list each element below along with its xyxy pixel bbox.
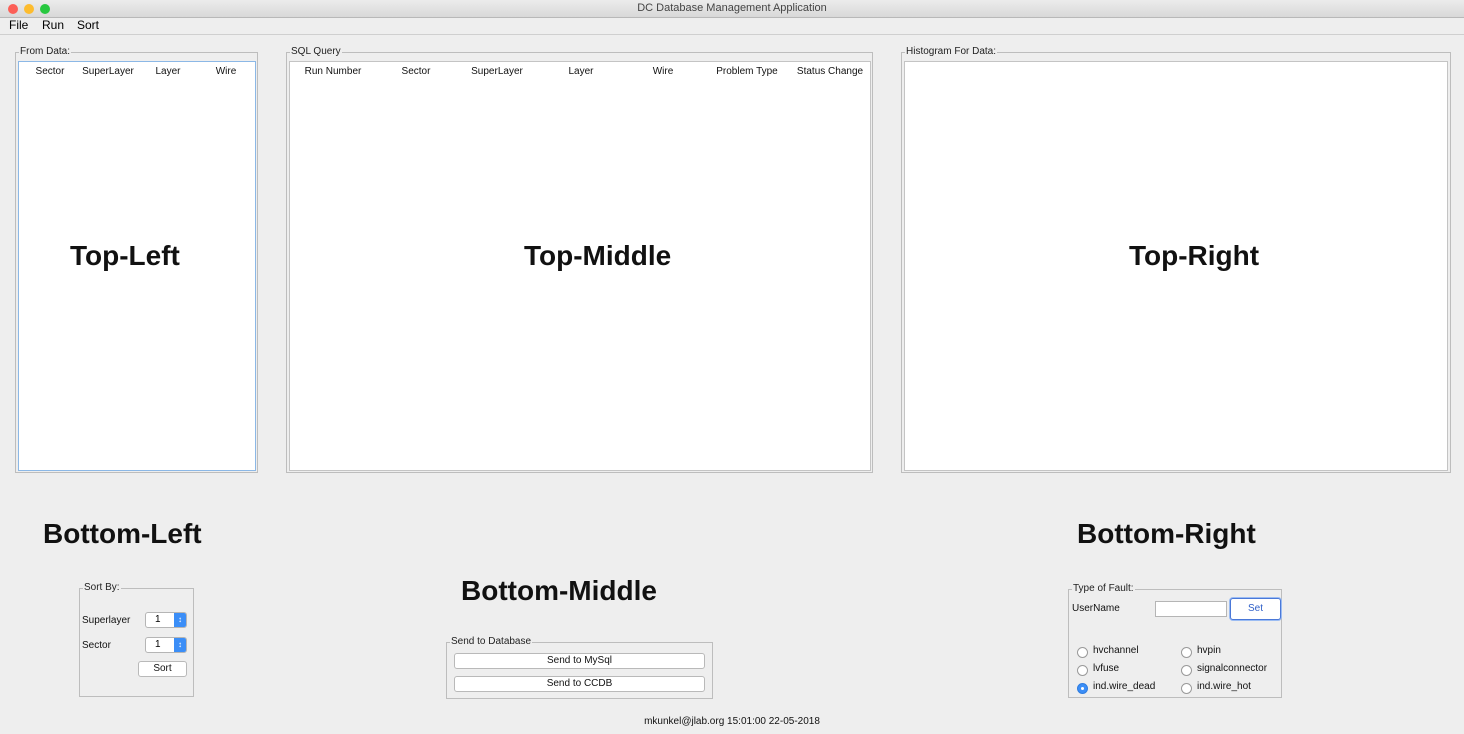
column-header-wire[interactable]: Wire [642, 66, 684, 77]
radio-signalconnector[interactable] [1181, 665, 1192, 676]
sector-spinner[interactable]: 1 ↕ [145, 637, 187, 653]
column-header-wire[interactable]: Wire [207, 66, 245, 77]
superlayer-spinner[interactable]: 1 ↕ [145, 612, 187, 628]
radio-ind-wire-dead-label: ind.wire_dead [1093, 681, 1156, 692]
overlay-top-middle: Top-Middle [524, 240, 672, 271]
column-header-superlayer[interactable]: SuperLayer [81, 66, 135, 77]
username-input[interactable] [1155, 601, 1227, 617]
send-to-mysql-button[interactable]: Send to MySql [454, 653, 705, 669]
sector-value: 1 [155, 639, 161, 650]
radio-ind-wire-hot[interactable] [1181, 683, 1192, 694]
column-header-status-change[interactable]: Status Change [794, 66, 866, 77]
spinner-arrows-icon[interactable]: ↕ [174, 638, 186, 652]
send-to-database-legend: Send to Database [451, 636, 532, 647]
radio-ind-wire-hot-label: ind.wire_hot [1197, 681, 1251, 692]
column-header-problem-type[interactable]: Problem Type [710, 66, 784, 77]
sector-label: Sector [82, 640, 111, 651]
radio-lvfuse-label: lvfuse [1093, 663, 1120, 674]
column-header-sector[interactable]: Sector [31, 66, 69, 77]
status-text: mkunkel@jlab.org 15:01:00 22-05-2018 [644, 716, 820, 727]
superlayer-value: 1 [155, 614, 161, 625]
overlay-top-left: Top-Left [70, 240, 180, 271]
radio-lvfuse[interactable] [1077, 665, 1088, 676]
menu-bar: File Run Sort [0, 18, 1464, 35]
type-of-fault-legend: Type of Fault: [1073, 583, 1134, 594]
column-header-layer[interactable]: Layer [149, 66, 187, 77]
title-bar: DC Database Management Application [0, 0, 1464, 18]
column-header-sector[interactable]: Sector [394, 66, 438, 77]
overlay-bottom-middle: Bottom-Middle [461, 575, 657, 606]
menu-sort[interactable]: Sort [77, 18, 99, 32]
overlay-bottom-left: Bottom-Left [43, 518, 202, 549]
column-header-superlayer[interactable]: SuperLayer [468, 66, 526, 77]
from-data-legend: From Data: [20, 46, 71, 57]
radio-hvpin-label: hvpin [1197, 645, 1221, 656]
overlay-bottom-right: Bottom-Right [1077, 518, 1256, 549]
overlay-top-right: Top-Right [1129, 240, 1260, 271]
radio-ind-wire-dead[interactable] [1077, 683, 1088, 694]
column-header-run-number[interactable]: Run Number [296, 66, 370, 77]
set-button[interactable]: Set [1230, 598, 1281, 620]
username-label: UserName [1072, 603, 1120, 614]
histogram-legend: Histogram For Data: [906, 46, 997, 57]
send-to-ccdb-button[interactable]: Send to CCDB [454, 676, 705, 692]
sort-by-legend: Sort By: [84, 582, 120, 593]
radio-hvpin[interactable] [1181, 647, 1192, 658]
window-title: DC Database Management Application [637, 2, 827, 14]
superlayer-label: Superlayer [82, 615, 131, 626]
spinner-arrows-icon[interactable]: ↕ [174, 613, 186, 627]
radio-signalconnector-label: signalconnector [1197, 663, 1268, 674]
column-header-layer[interactable]: Layer [558, 66, 604, 77]
sql-query-legend: SQL Query [291, 46, 341, 57]
radio-hvchannel-label: hvchannel [1093, 645, 1139, 656]
sort-button[interactable]: Sort [138, 661, 187, 677]
radio-hvchannel[interactable] [1077, 647, 1088, 658]
menu-file[interactable]: File [9, 18, 28, 32]
menu-run[interactable]: Run [42, 18, 64, 32]
